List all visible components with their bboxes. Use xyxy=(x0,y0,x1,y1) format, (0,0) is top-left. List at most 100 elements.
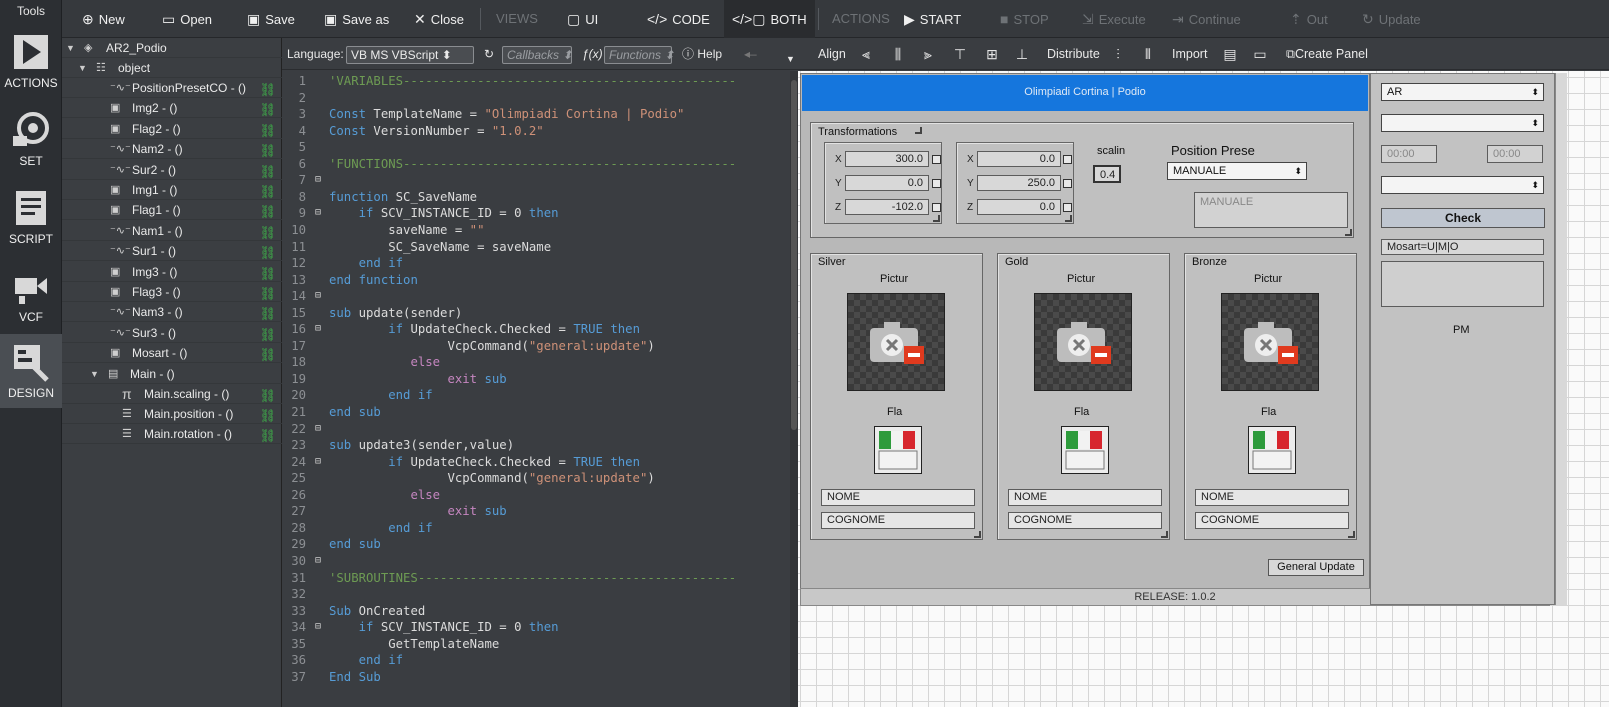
import-file-icon[interactable]: ▤ xyxy=(1222,46,1238,62)
code-line[interactable]: 16 ⊟ if UpdateCheck.Checked = TRUE then xyxy=(282,321,790,338)
callbacks-select[interactable]: Callbacks ⬍ xyxy=(502,46,572,64)
code-line[interactable]: 10 saveName = "" xyxy=(282,222,790,239)
align-middle-icon[interactable]: ⊞ xyxy=(984,46,1000,62)
tree-item-row[interactable]: ⁻∿⁻ Nam3 - () ⛓ xyxy=(62,302,282,324)
bronze-cognome-field[interactable]: COGNOME xyxy=(1195,512,1349,529)
bronze-picture[interactable] xyxy=(1221,293,1319,391)
code-editor[interactable]: 1 'VARIABLES-----------------------------… xyxy=(282,71,790,707)
align-center-icon[interactable]: ⫼ xyxy=(890,46,906,62)
tree-item-row[interactable]: ▣ Img3 - () ⛓ xyxy=(62,262,282,282)
tree-item-row[interactable]: ☰ Main.rotation - () ⛓ xyxy=(62,424,282,444)
fold-icon[interactable]: ⊟ xyxy=(315,421,321,438)
expand-arrow-icon[interactable]: ▼ xyxy=(66,38,75,58)
time-field-end[interactable]: 00:00 xyxy=(1487,145,1543,163)
fold-icon[interactable]: ⊟ xyxy=(315,454,321,471)
tree-object-row[interactable]: ▼ ☷ object xyxy=(62,58,282,78)
ar-select[interactable]: AR ⬍ xyxy=(1381,83,1544,101)
code-line[interactable]: 32 xyxy=(282,586,790,603)
tree-item-row[interactable]: ⁻∿⁻ Nam1 - () ⛓ xyxy=(62,221,282,241)
code-line[interactable]: 11 SC_SaveName = saveName xyxy=(282,239,790,256)
time-field-start[interactable]: 00:00 xyxy=(1381,145,1437,163)
open-button[interactable]: ▭ Open xyxy=(162,0,212,38)
rail-vcf-button[interactable]: VCF xyxy=(0,258,62,332)
link-icon[interactable]: ⛓ xyxy=(259,304,276,324)
code-line[interactable]: 25 VcpCommand("general:update") xyxy=(282,470,790,487)
silver-flag[interactable] xyxy=(874,426,922,474)
code-line[interactable]: 7 ⊟ xyxy=(282,172,790,189)
mosart-field[interactable]: Mosart=U|M|O xyxy=(1381,239,1544,255)
link-icon[interactable]: ⛓ xyxy=(259,243,276,263)
save-as-button[interactable]: ▣ Save as xyxy=(324,0,389,38)
link-icon[interactable]: ⛓ xyxy=(259,264,276,284)
bronze-nome-field[interactable]: NOME xyxy=(1195,489,1349,506)
update-button[interactable]: ↻ Update xyxy=(1362,0,1421,38)
gold-nome-field[interactable]: NOME xyxy=(1008,489,1162,506)
code-line[interactable]: 36 end if xyxy=(282,652,790,669)
tree-main-row[interactable]: ▼ ▤ Main - () xyxy=(62,364,282,384)
both-view-button[interactable]: </>▢ BOTH xyxy=(724,0,815,38)
distribute-vertical-icon[interactable]: ⫶ xyxy=(1110,46,1126,62)
align-bottom-icon[interactable]: ⊥ xyxy=(1014,46,1030,62)
start-button[interactable]: ▶ START xyxy=(904,0,961,38)
code-line[interactable]: 21 end sub xyxy=(282,404,790,421)
code-line[interactable]: 31 'SUBROUTINES--------------------------… xyxy=(282,570,790,587)
rotation-y-field[interactable]: 250.0 xyxy=(977,175,1061,191)
code-line[interactable]: 4 Const VersionNumber = "1.0.2" xyxy=(282,123,790,140)
code-line[interactable]: 14 ⊟ xyxy=(282,288,790,305)
code-line[interactable]: 13 end function xyxy=(282,272,790,289)
rotation-x-checkbox[interactable] xyxy=(1063,155,1072,164)
code-line[interactable]: 34 ⊟ if SCV_INSTANCE_ID = 0 then xyxy=(282,619,790,636)
code-line[interactable]: 29 end sub xyxy=(282,536,790,553)
code-line[interactable]: 12 end if xyxy=(282,255,790,272)
tree-item-row[interactable]: ☰ Main.position - () ⛓ xyxy=(62,404,282,424)
code-line[interactable]: 26 else xyxy=(282,487,790,504)
code-line[interactable]: 24 ⊟ if UpdateCheck.Checked = TRUE then xyxy=(282,454,790,471)
code-line[interactable]: 37 End Sub xyxy=(282,669,790,686)
link-icon[interactable]: ⛓ xyxy=(259,121,276,141)
link-icon[interactable]: ⛓ xyxy=(259,182,276,202)
rail-design-button[interactable]: DESIGN xyxy=(0,334,62,408)
link-icon[interactable]: ⛓ xyxy=(259,406,276,426)
tree-item-row[interactable]: ▣ Flag2 - () ⛓ xyxy=(62,119,282,139)
scaling-field[interactable]: 0.4 xyxy=(1093,165,1121,183)
tree-item-row[interactable]: ▣ Mosart - () ⛓ xyxy=(62,343,282,364)
link-icon[interactable]: ⛓ xyxy=(259,202,276,222)
code-line[interactable]: 15 sub update(sender) xyxy=(282,305,790,322)
execute-button[interactable]: ⇲ Execute xyxy=(1082,0,1146,38)
link-icon[interactable]: ⛓ xyxy=(259,223,276,243)
fold-icon[interactable]: ⊟ xyxy=(315,553,321,570)
tree-item-row[interactable]: ▣ Flag1 - () ⛓ xyxy=(62,200,282,222)
code-line[interactable]: 30 ⊟ xyxy=(282,553,790,570)
collapse-arrow-icon[interactable]: ▼ xyxy=(786,51,795,69)
fold-icon[interactable]: ⊟ xyxy=(315,321,321,338)
tree-item-row[interactable]: ▣ Img1 - () ⛓ xyxy=(62,180,282,200)
rail-script-button[interactable]: SCRIPT xyxy=(0,180,62,254)
resize-grip-icon[interactable] xyxy=(974,531,981,538)
help-button[interactable]: ⓘ Help xyxy=(682,46,722,64)
silver-nome-field[interactable]: NOME xyxy=(821,489,975,506)
resize-grip-icon[interactable] xyxy=(1065,215,1072,222)
check-button[interactable]: Check xyxy=(1381,208,1545,228)
link-icon[interactable]: ⛓ xyxy=(259,100,276,120)
tree-item-row[interactable]: ⁻∿⁻ Sur3 - () ⛓ xyxy=(62,323,282,343)
close-button[interactable]: ✕ Close xyxy=(414,0,464,38)
align-right-icon[interactable]: ⫸ xyxy=(920,46,936,62)
code-view-button[interactable]: </> CODE xyxy=(647,0,710,38)
resize-grip-icon[interactable] xyxy=(1348,531,1355,538)
tree-item-row[interactable]: ▣ Img2 - () ⛓ xyxy=(62,98,282,120)
position-z-field[interactable]: -102.0 xyxy=(845,199,929,215)
link-icon[interactable]: ⛓ xyxy=(259,426,276,446)
resize-grip-icon[interactable] xyxy=(1345,229,1352,236)
tree-item-row[interactable]: ⁻∿⁻ Sur2 - () ⛓ xyxy=(62,160,282,180)
rail-set-button[interactable]: SET xyxy=(0,102,62,176)
expand-arrow-icon[interactable]: ▼ xyxy=(78,58,87,78)
code-line[interactable]: 8 function SC_SaveName xyxy=(282,189,790,206)
link-icon[interactable]: ⛓ xyxy=(259,325,276,345)
code-line[interactable]: 17 VcpCommand("general:update") xyxy=(282,338,790,355)
ui-view-button[interactable]: ▢ UI xyxy=(567,0,598,38)
save-button[interactable]: ▣ Save xyxy=(247,0,295,38)
position-y-checkbox[interactable] xyxy=(932,179,941,188)
language-select[interactable]: VB MS VBScript ⬍ xyxy=(346,46,474,64)
code-line[interactable]: 19 exit sub xyxy=(282,371,790,388)
code-line[interactable]: 3 Const TemplateName = "Olimpiadi Cortina… xyxy=(282,106,790,123)
